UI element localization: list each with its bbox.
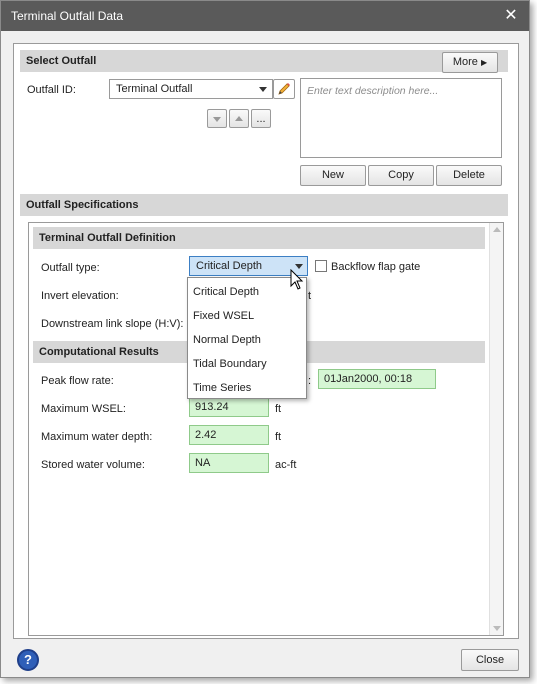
invert-elevation-label: Invert elevation: bbox=[41, 290, 119, 302]
terminal-outfall-dialog: Terminal Outfall Data ✕ Select Outfall M… bbox=[0, 0, 530, 678]
max-wsel-value: 913.24 bbox=[195, 401, 229, 413]
peak-flow-label: Peak flow rate: bbox=[41, 375, 114, 387]
backflow-flap-gate-label: Backflow flap gate bbox=[331, 261, 421, 273]
backflow-flap-gate-checkbox[interactable] bbox=[315, 260, 327, 272]
close-button[interactable]: Close bbox=[461, 649, 519, 671]
dropdown-option-fixed-wsel[interactable]: Fixed WSEL bbox=[188, 305, 306, 327]
computational-results-title: Computational Results bbox=[39, 346, 159, 358]
new-label: New bbox=[321, 169, 344, 181]
select-outfall-header: Select Outfall bbox=[20, 50, 508, 72]
stored-volume-unit: ac-ft bbox=[275, 459, 297, 471]
outfall-type-value: Critical Depth bbox=[196, 260, 263, 272]
title-bar: Terminal Outfall Data ✕ bbox=[1, 1, 529, 31]
vertical-scrollbar[interactable] bbox=[489, 223, 503, 635]
peak-time-field: 01Jan2000, 00:18 bbox=[318, 369, 436, 389]
close-label: Close bbox=[475, 654, 505, 666]
downstream-slope-label: Downstream link slope (H:V): bbox=[41, 318, 184, 330]
stored-volume-field: NA bbox=[189, 453, 269, 473]
scroll-up-icon[interactable] bbox=[493, 227, 501, 232]
max-depth-field: 2.42 bbox=[189, 425, 269, 445]
close-icon[interactable]: ✕ bbox=[501, 6, 521, 26]
dropdown-option-critical-depth[interactable]: Critical Depth bbox=[188, 281, 306, 303]
arrow-down-icon bbox=[213, 117, 221, 122]
dropdown-option-time-series[interactable]: Time Series bbox=[188, 377, 306, 399]
arrow-up-icon bbox=[235, 116, 243, 121]
max-wsel-field: 913.24 bbox=[189, 397, 269, 417]
caret-right-icon: ▶ bbox=[480, 58, 488, 67]
terminal-outfall-definition-title: Terminal Outfall Definition bbox=[39, 232, 176, 244]
select-outfall-title: Select Outfall bbox=[26, 55, 97, 67]
max-depth-value: 2.42 bbox=[195, 429, 217, 441]
delete-button[interactable]: Delete bbox=[436, 165, 502, 186]
help-label: ? bbox=[24, 652, 32, 667]
stored-volume-label: Stored water volume: bbox=[41, 459, 145, 471]
outfall-specifications-header: Outfall Specifications bbox=[20, 194, 508, 216]
max-wsel-label: Maximum WSEL: bbox=[41, 403, 126, 415]
new-button[interactable]: New bbox=[300, 165, 366, 186]
dropdown-option-normal-depth[interactable]: Normal Depth bbox=[188, 329, 306, 351]
mouse-cursor-icon bbox=[290, 269, 304, 290]
copy-button[interactable]: Copy bbox=[368, 165, 434, 186]
invert-unit-peek: t bbox=[308, 290, 312, 302]
outfall-type-label: Outfall type: bbox=[41, 262, 100, 274]
outfall-id-label: Outfall ID: bbox=[27, 84, 76, 96]
chevron-down-icon bbox=[259, 87, 267, 92]
max-depth-label: Maximum water depth: bbox=[41, 431, 153, 443]
description-field[interactable]: Enter text description here... bbox=[300, 78, 502, 158]
move-down-button[interactable] bbox=[207, 109, 227, 128]
scroll-down-icon[interactable] bbox=[493, 626, 501, 631]
edit-pencil-button[interactable] bbox=[273, 79, 295, 99]
outfall-manager-button[interactable]: ... bbox=[251, 109, 271, 128]
move-up-button[interactable] bbox=[229, 109, 249, 128]
help-icon[interactable]: ? bbox=[17, 649, 39, 671]
outfall-id-combo[interactable]: Terminal Outfall bbox=[109, 79, 273, 99]
stored-volume-value: NA bbox=[195, 457, 211, 469]
pencil-icon bbox=[278, 83, 290, 95]
peak-time-colon: : bbox=[308, 375, 312, 387]
dropdown-option-tidal-boundary[interactable]: Tidal Boundary bbox=[188, 353, 306, 375]
description-placeholder: Enter text description here... bbox=[307, 85, 439, 97]
terminal-outfall-definition-header: Terminal Outfall Definition bbox=[33, 227, 485, 249]
copy-label: Copy bbox=[388, 169, 414, 181]
outfall-type-dropdown-list: Critical Depth Fixed WSEL Normal Depth T… bbox=[187, 277, 307, 399]
max-wsel-unit: ft bbox=[275, 403, 282, 415]
ellipsis-label: ... bbox=[256, 113, 266, 125]
peak-time-value: 01Jan2000, 00:18 bbox=[324, 373, 413, 385]
more-button[interactable]: More ▶ bbox=[442, 52, 498, 73]
window-title: Terminal Outfall Data bbox=[11, 9, 124, 23]
outfall-id-value: Terminal Outfall bbox=[116, 83, 193, 95]
delete-label: Delete bbox=[453, 169, 485, 181]
outfall-specifications-title: Outfall Specifications bbox=[26, 199, 139, 211]
max-depth-unit: ft bbox=[275, 431, 282, 443]
more-label: More bbox=[452, 56, 478, 68]
